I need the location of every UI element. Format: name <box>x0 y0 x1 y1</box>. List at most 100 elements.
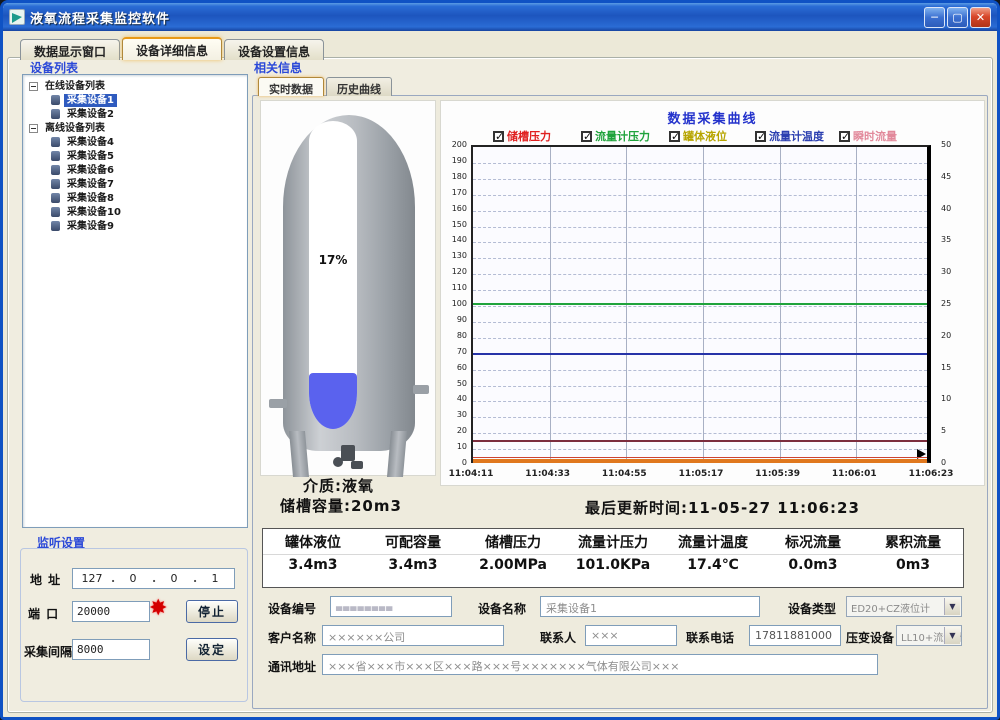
chart-panel: 数据采集曲线 储槽压力流量计压力罐体液位流量计温度瞬时流量01020304050… <box>440 100 985 486</box>
table-value-cell: 101.0KPa <box>563 555 663 585</box>
y-axis-left-tick: 70 <box>441 347 467 356</box>
device-icon <box>51 95 60 105</box>
y-axis-left-tick: 150 <box>441 220 467 229</box>
table-value-cell: 3.4m3 <box>263 555 363 585</box>
ip-segment-4[interactable]: 1 <box>196 572 234 585</box>
tree-item[interactable]: 采集设备7 <box>25 177 245 191</box>
legend-item: 瞬时流量 <box>839 128 897 144</box>
device-name-input[interactable]: 采集设备1 <box>540 596 760 617</box>
device-id-label: 设备编号 <box>268 600 316 617</box>
tank-panel: 17% <box>260 100 436 476</box>
legend-checkbox[interactable] <box>839 131 850 142</box>
y-axis-right-tick: 5 <box>941 426 967 435</box>
pressure-device-select[interactable]: LL10+流量计 ▼ <box>896 625 962 646</box>
y-axis-left-tick: 120 <box>441 267 467 276</box>
table-value-cell: 17.4℃ <box>663 555 763 585</box>
close-button[interactable]: ✕ <box>970 7 991 28</box>
tree-item-label: 离线设备列表 <box>42 122 108 135</box>
capacity-label: 储槽容量:20m3 <box>280 495 402 516</box>
tank-percent-label: 17% <box>309 253 357 267</box>
interval-input[interactable]: 8000 <box>72 639 150 660</box>
main-tabstrip: 数据显示窗口设备详细信息设备设置信息 <box>20 39 326 60</box>
device-id-input[interactable]: ▄▄▄▄▄▄▄▄ <box>330 596 452 617</box>
stop-button[interactable]: 停止 <box>186 600 238 623</box>
chevron-down-icon[interactable]: ▼ <box>944 598 960 615</box>
gridline-h <box>473 417 927 418</box>
gridline-h <box>473 195 927 196</box>
tree-item[interactable]: 采集设备8 <box>25 191 245 205</box>
gridline-h <box>473 227 927 228</box>
gridline-h <box>473 401 927 402</box>
tree-item[interactable]: 采集设备5 <box>25 149 245 163</box>
legend-checkbox[interactable] <box>493 131 504 142</box>
legend-checkbox[interactable] <box>581 131 592 142</box>
x-axis-tick: 11:06:01 <box>826 469 882 479</box>
tab-history-curve[interactable]: 历史曲线 <box>326 77 392 96</box>
tree-item[interactable]: 采集设备2 <box>25 107 245 121</box>
y-axis-left-tick: 50 <box>441 379 467 388</box>
main-tab-inactive[interactable]: 设备设置信息 <box>224 39 324 60</box>
device-icon <box>51 165 60 175</box>
tree-item[interactable]: 采集设备6 <box>25 163 245 177</box>
window-title: 液氧流程采集监控软件 <box>30 8 170 27</box>
y-axis-left-tick: 110 <box>441 283 467 292</box>
ip-segment-1[interactable]: 127 <box>73 572 111 585</box>
tree-item-label: 采集设备5 <box>64 150 117 163</box>
tree-item[interactable]: 离线设备列表 <box>25 121 245 135</box>
customer-label: 客户名称 <box>268 629 316 646</box>
gridline-h <box>473 274 927 275</box>
table-value-cell: 0.0m3 <box>763 555 863 585</box>
window-controls: ─ ▢ ✕ <box>924 7 991 28</box>
chevron-down-icon[interactable]: ▼ <box>944 627 960 644</box>
port-label: 端 口 <box>28 605 59 622</box>
device-icon <box>51 109 60 119</box>
comm-address-input[interactable]: ×××省×××市×××区×××路×××号×××××××气体有限公司××× <box>322 654 878 675</box>
y-axis-left-tick: 10 <box>441 442 467 451</box>
tree-item[interactable]: 采集设备4 <box>25 135 245 149</box>
tree-expander-icon[interactable] <box>29 124 38 133</box>
legend-checkbox[interactable] <box>755 131 766 142</box>
tab-realtime-data[interactable]: 实时数据 <box>258 77 324 96</box>
chart-title: 数据采集曲线 <box>441 108 984 127</box>
titlebar[interactable]: 液氧流程采集监控软件 ─ ▢ ✕ <box>3 3 997 31</box>
y-axis-right-tick: 30 <box>941 267 967 276</box>
client-area: 数据显示窗口设备详细信息设备设置信息 设备列表 在线设备列表采集设备1采集设备2… <box>3 31 997 717</box>
ip-segment-2[interactable]: 0 <box>114 572 152 585</box>
legend-checkbox[interactable] <box>669 131 680 142</box>
tree-expander-icon[interactable] <box>29 82 38 91</box>
interval-label: 采集间隔 <box>24 643 72 660</box>
gridline-h <box>473 338 927 339</box>
y-axis-left-tick: 40 <box>441 394 467 403</box>
main-tab-active[interactable]: 设备详细信息 <box>122 37 222 60</box>
device-icon <box>51 151 60 161</box>
tree-item-label: 采集设备8 <box>64 192 117 205</box>
ip-address-input[interactable]: 127. 0. 0. 1 <box>72 568 235 589</box>
legend-label: 瞬时流量 <box>853 128 897 144</box>
table-value-cell: 3.4m3 <box>363 555 463 585</box>
gridline-h <box>473 386 927 387</box>
tree-item[interactable]: 在线设备列表 <box>25 79 245 93</box>
ip-segment-3[interactable]: 0 <box>155 572 193 585</box>
tank-valve-icon <box>341 445 355 461</box>
main-tab-inactive[interactable]: 数据显示窗口 <box>20 39 120 60</box>
y-axis-left-tick: 30 <box>441 410 467 419</box>
device-icon <box>51 207 60 217</box>
set-button[interactable]: 设定 <box>186 638 238 661</box>
minimize-button[interactable]: ─ <box>924 7 945 28</box>
tree-item[interactable]: 采集设备1 <box>25 93 245 107</box>
port-input[interactable]: 20000 <box>72 601 150 622</box>
pressure-device-label: 压变设备 <box>846 629 894 646</box>
tree-item[interactable]: 采集设备9 <box>25 219 245 233</box>
device-type-select[interactable]: ED20+CZ液位计 ▼ <box>846 596 962 617</box>
tree-item-label: 采集设备6 <box>64 164 117 177</box>
legend-label: 流量计温度 <box>769 128 824 144</box>
tree-item[interactable]: 采集设备10 <box>25 205 245 219</box>
contact-input[interactable]: ××× <box>585 625 677 646</box>
maximize-button[interactable]: ▢ <box>947 7 968 28</box>
legend-label: 罐体液位 <box>683 128 727 144</box>
customer-input[interactable]: ××××××公司 <box>322 625 504 646</box>
device-icon <box>51 221 60 231</box>
phone-input[interactable]: 17811881000 <box>749 625 841 646</box>
table-header-cell: 标况流量 <box>763 529 863 555</box>
table-header-cell: 储槽压力 <box>463 529 563 555</box>
